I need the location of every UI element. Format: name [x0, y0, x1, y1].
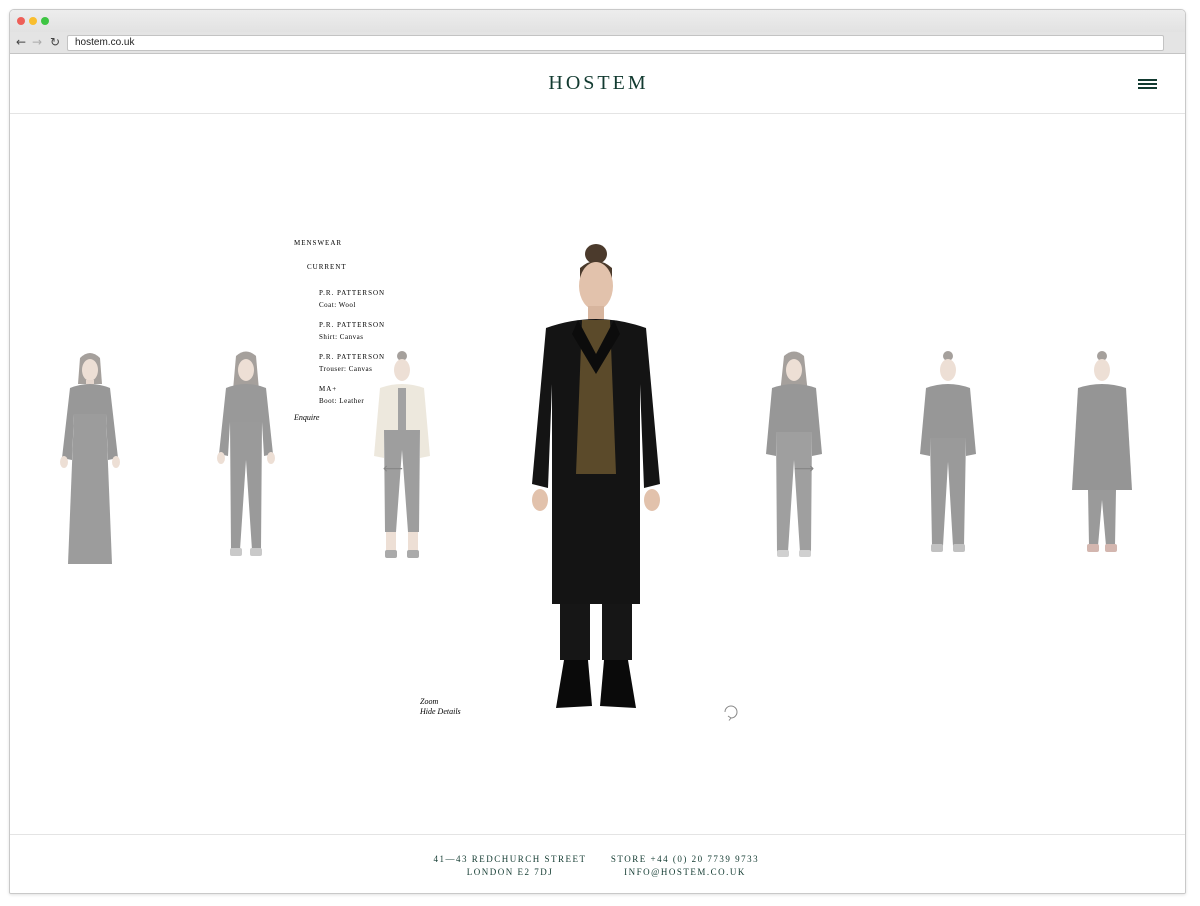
model-figure[interactable]	[754, 350, 834, 570]
menu-line	[1138, 83, 1157, 85]
address-bar[interactable]: hostem.co.uk	[67, 35, 1164, 51]
product-item[interactable]: P.R. PATTERSON Trouser: Canvas	[319, 351, 385, 375]
product-brand: MA+	[319, 385, 338, 393]
product-item[interactable]: P.R. PATTERSON Coat: Wool	[319, 287, 385, 311]
close-window-icon[interactable]	[17, 17, 25, 25]
address-line: LONDON E2 7DJ	[466, 867, 554, 877]
model-figure[interactable]	[206, 350, 286, 570]
site-logo[interactable]: HOSTEM	[10, 72, 1185, 95]
featured-model[interactable]	[516, 244, 676, 724]
enquire-link[interactable]: Enquire	[294, 413, 319, 422]
model-figure[interactable]	[50, 350, 130, 570]
model-figure[interactable]	[908, 350, 988, 570]
model-figure[interactable]	[1062, 350, 1142, 570]
previous-arrow-icon[interactable]: ⟵	[383, 461, 403, 477]
next-arrow-icon[interactable]: ⟶	[794, 461, 814, 477]
nav-category-menswear[interactable]: MENSWEAR	[294, 239, 342, 247]
product-gallery: ⟵ ⟶ MENSWEAR CURRENT P.R. PATTERSON Coat…	[10, 114, 1185, 834]
product-item[interactable]: MA+ Boot: Leather	[319, 383, 364, 407]
store-email[interactable]: INFO@HOSTEM.CO.UK	[600, 866, 770, 879]
model-figure[interactable]	[362, 350, 442, 570]
site-header: HOSTEM	[10, 54, 1185, 114]
menu-line	[1138, 79, 1157, 81]
site-footer: 41—43 REDCHURCH STREET LONDON E2 7DJ STO…	[10, 834, 1185, 893]
nav-subcategory-current[interactable]: CURRENT	[307, 263, 347, 271]
store-contact: STORE +44 (0) 20 7739 9733 INFO@HOSTEM.C…	[600, 853, 770, 879]
product-description: Shirt: Canvas	[319, 333, 364, 341]
product-description: Trouser: Canvas	[319, 365, 373, 373]
product-description: Coat: Wool	[319, 301, 356, 309]
zoom-link[interactable]: Zoom	[420, 697, 461, 707]
viewer-controls: Zoom Hide Details	[420, 697, 461, 717]
store-address: 41—43 REDCHURCH STREET LONDON E2 7DJ	[430, 853, 590, 879]
address-line: 41—43 REDCHURCH STREET	[433, 854, 587, 864]
store-phone[interactable]: STORE +44 (0) 20 7739 9733	[600, 853, 770, 866]
minimize-window-icon[interactable]	[29, 17, 37, 25]
hamburger-menu-icon[interactable]	[1138, 79, 1157, 90]
forward-arrow-icon[interactable]: →	[30, 34, 44, 50]
reload-icon[interactable]: ↻	[48, 34, 62, 50]
menu-line	[1138, 87, 1157, 89]
back-arrow-icon[interactable]: ←	[14, 34, 28, 50]
browser-titlebar	[10, 10, 1185, 32]
product-description: Boot: Leather	[319, 397, 365, 405]
product-brand: P.R. PATTERSON	[319, 289, 386, 297]
product-brand: P.R. PATTERSON	[319, 321, 386, 329]
rotate-icon[interactable]	[721, 703, 741, 721]
product-item[interactable]: P.R. PATTERSON Shirt: Canvas	[319, 319, 385, 343]
browser-toolbar: ← → ↻ hostem.co.uk	[10, 32, 1185, 54]
web-page: HOSTEM ⟵ ⟶ MENSWEAR CURRENT P.R. PATTERS…	[10, 54, 1185, 893]
product-brand: P.R. PATTERSON	[319, 353, 386, 361]
browser-window: ← → ↻ hostem.co.uk HOSTEM ⟵ ⟶ MENSWEAR C…	[9, 9, 1186, 894]
maximize-window-icon[interactable]	[41, 17, 49, 25]
hide-details-link[interactable]: Hide Details	[420, 707, 461, 717]
